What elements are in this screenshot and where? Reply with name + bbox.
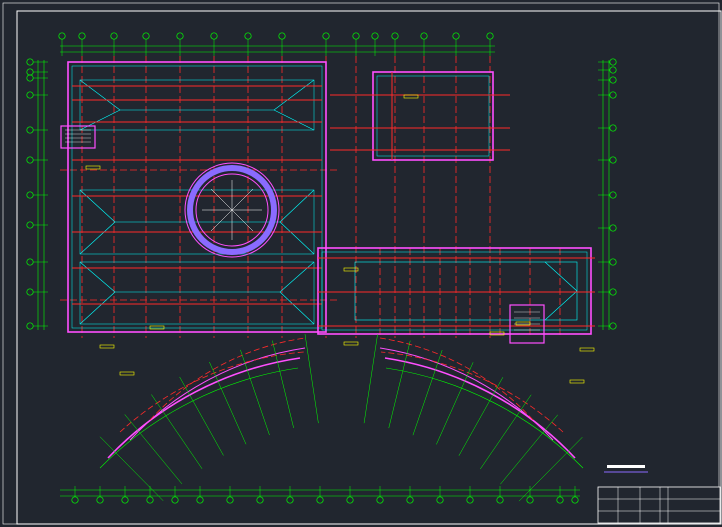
title-block[interactable] <box>597 486 721 524</box>
cad-drawing-canvas[interactable] <box>0 0 722 527</box>
drawing-background <box>0 0 722 527</box>
